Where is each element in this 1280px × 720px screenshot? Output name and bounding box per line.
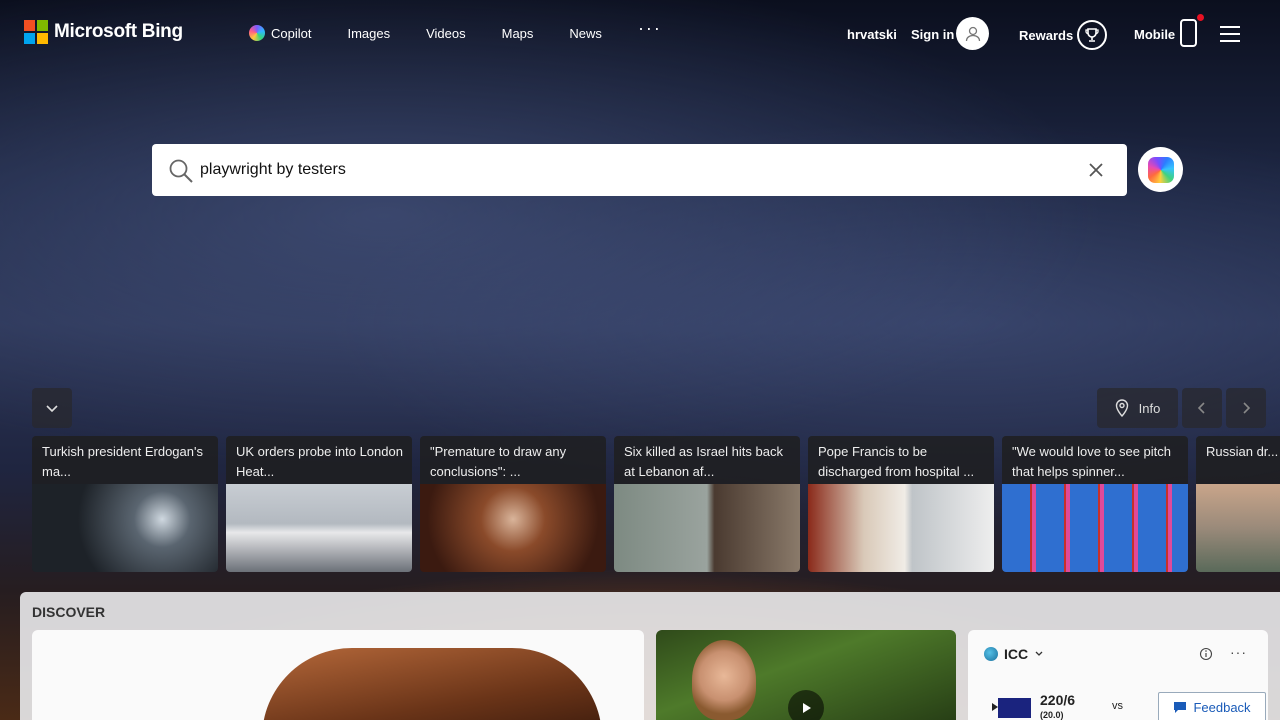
nav-videos[interactable]: Videos bbox=[426, 26, 466, 41]
news-image bbox=[1002, 484, 1188, 572]
more-dots-icon: ··· bbox=[637, 17, 662, 38]
search-box bbox=[152, 144, 1127, 196]
news-title: Russian dr... kills three a... bbox=[1206, 444, 1280, 459]
more-options-icon[interactable]: ··· bbox=[1230, 644, 1247, 660]
flag-icon bbox=[998, 698, 1031, 718]
brand-name: Microsoft Bing bbox=[54, 21, 183, 42]
notification-dot-icon bbox=[1197, 14, 1204, 21]
trophy-icon[interactable] bbox=[1077, 20, 1107, 50]
prev-button[interactable] bbox=[1182, 388, 1222, 428]
league-name: ICC bbox=[1004, 646, 1029, 662]
chevron-left-icon bbox=[1197, 402, 1205, 414]
icc-logo-icon bbox=[984, 647, 998, 661]
nav-maps[interactable]: Maps bbox=[502, 26, 534, 41]
news-card[interactable]: Six killed as Israel hits back at Lebano… bbox=[614, 436, 800, 572]
discover-card-video[interactable] bbox=[656, 630, 956, 720]
news-card[interactable]: "Premature to draw any conclusions": ... bbox=[420, 436, 606, 572]
chevron-down-icon bbox=[1035, 651, 1043, 656]
bing-logo[interactable]: Microsoft Bing bbox=[24, 20, 183, 44]
news-card[interactable]: Russian dr... kills three a... bbox=[1196, 436, 1280, 572]
menu-icon[interactable] bbox=[1220, 26, 1240, 42]
chevron-right-icon bbox=[1243, 402, 1251, 414]
news-card[interactable]: "We would love to see pitch that helps s… bbox=[1002, 436, 1188, 572]
news-card[interactable]: Pope Francis to be discharged from hospi… bbox=[808, 436, 994, 572]
news-title: "We would love to see pitch that helps s… bbox=[1012, 444, 1172, 479]
person-image bbox=[692, 640, 756, 720]
next-button[interactable] bbox=[1226, 388, 1266, 428]
news-title: UK orders probe into London Heat... bbox=[236, 444, 403, 479]
info-button[interactable]: Info bbox=[1097, 388, 1178, 428]
play-icon[interactable] bbox=[788, 690, 824, 720]
header: Microsoft Bing Copilot Images Videos Map… bbox=[0, 0, 1280, 68]
clear-icon[interactable] bbox=[1087, 161, 1105, 179]
discover-title: DISCOVER bbox=[32, 604, 106, 620]
versus-label: vs bbox=[1112, 700, 1123, 712]
news-title: "Premature to draw any conclusions": ... bbox=[430, 444, 567, 479]
phone-icon[interactable] bbox=[1180, 19, 1197, 47]
nav-maps-label: Maps bbox=[501, 25, 534, 41]
news-image bbox=[420, 484, 606, 572]
nav-images-label: Images bbox=[347, 25, 391, 41]
copilot-logo-icon bbox=[1147, 156, 1174, 183]
location-pin-icon bbox=[1115, 399, 1128, 417]
news-title: Six killed as Israel hits back at Lebano… bbox=[624, 444, 783, 479]
nav-copilot-label: Copilot bbox=[271, 25, 312, 41]
discover-section: DISCOVER ICC ··· 220/6 (20.0) vs bbox=[20, 592, 1280, 720]
team-score: 220/6 bbox=[1040, 692, 1076, 708]
top-nav: Copilot Images Videos Maps News ··· bbox=[249, 18, 698, 41]
avatar-icon[interactable] bbox=[956, 17, 989, 50]
news-card[interactable]: UK orders probe into London Heat... bbox=[226, 436, 412, 572]
league-selector[interactable]: ICC bbox=[984, 646, 1044, 662]
search-icon[interactable] bbox=[168, 158, 194, 184]
microsoft-logo-icon bbox=[24, 20, 48, 44]
news-card[interactable]: Turkish president Erdogan's ma... bbox=[32, 436, 218, 572]
discover-card-shoe[interactable] bbox=[32, 630, 644, 720]
copilot-button[interactable] bbox=[1138, 147, 1183, 192]
mobile-link[interactable]: Mobile bbox=[1134, 27, 1175, 42]
nav-images[interactable]: Images bbox=[347, 26, 390, 41]
shoe-image bbox=[262, 648, 602, 720]
feedback-label: Feedback bbox=[1193, 699, 1251, 715]
nav-news-label: News bbox=[569, 25, 602, 41]
news-title: Turkish president Erdogan's ma... bbox=[42, 444, 203, 479]
news-image bbox=[614, 484, 800, 572]
team-overs: (20.0) bbox=[1040, 710, 1064, 720]
info-label: Info bbox=[1138, 400, 1161, 416]
nav-videos-label: Videos bbox=[426, 25, 466, 41]
copilot-icon bbox=[249, 25, 265, 41]
nav-news[interactable]: News bbox=[569, 26, 602, 41]
news-image bbox=[1196, 484, 1280, 572]
language-link[interactable]: hrvatski bbox=[847, 27, 897, 42]
nav-more-button[interactable]: ··· bbox=[638, 18, 662, 39]
news-image bbox=[32, 484, 218, 572]
news-image bbox=[226, 484, 412, 572]
news-carousel: Turkish president Erdogan's ma... UK ord… bbox=[32, 436, 1280, 572]
feedback-button[interactable]: Feedback bbox=[1158, 692, 1266, 720]
nav-copilot[interactable]: Copilot bbox=[249, 25, 311, 41]
rewards-link[interactable]: Rewards bbox=[1019, 28, 1073, 43]
collapse-button[interactable] bbox=[32, 388, 72, 428]
search-input[interactable] bbox=[200, 144, 1080, 196]
news-image bbox=[808, 484, 994, 572]
feedback-icon bbox=[1174, 701, 1187, 713]
info-icon[interactable] bbox=[1199, 647, 1213, 661]
news-title: Pope Francis to be discharged from hospi… bbox=[818, 444, 975, 479]
chevron-down-icon bbox=[46, 405, 58, 413]
signin-link[interactable]: Sign in bbox=[911, 27, 954, 42]
